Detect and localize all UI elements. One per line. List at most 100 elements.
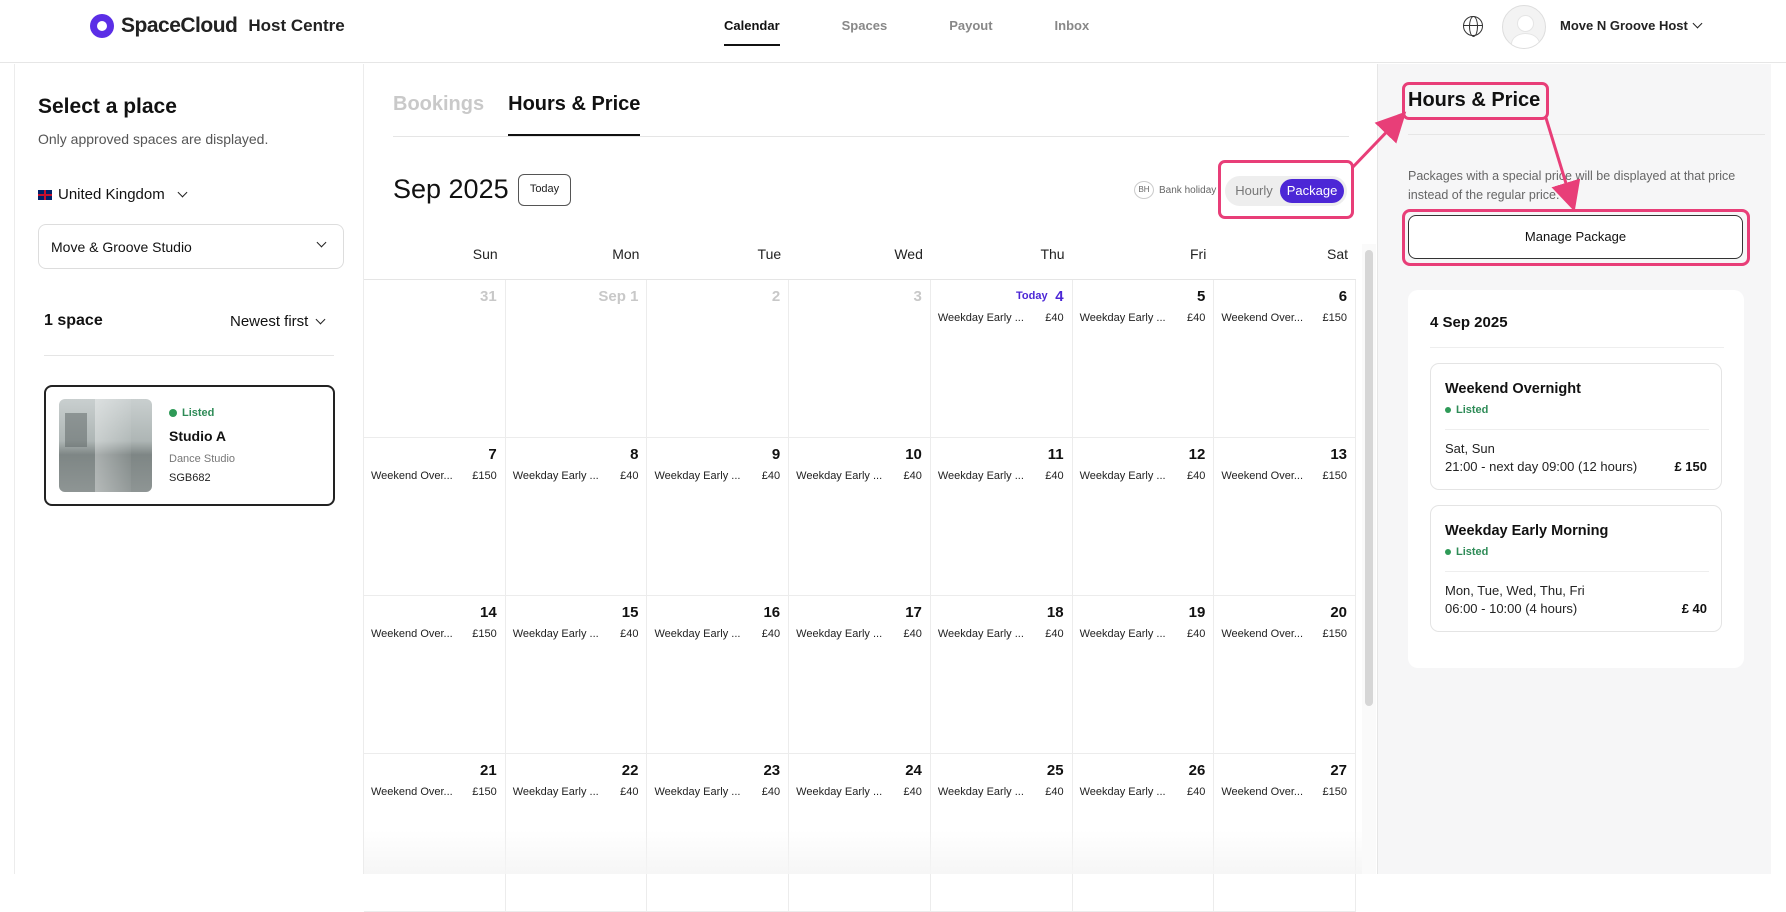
package-price: £ 150 [1674, 459, 1707, 474]
nav-spaces[interactable]: Spaces [842, 18, 888, 46]
calendar-day-cell[interactable]: 6 Weekend Over... £150 [1214, 280, 1357, 438]
calendar-package-entry[interactable]: Weekday Early ... £40 [1080, 628, 1206, 640]
package-entry-price: £40 [761, 628, 781, 640]
package-entry-price: £150 [1322, 470, 1348, 482]
panel-title: Select a place [38, 95, 177, 118]
calendar-day-cell[interactable]: 8 Weekday Early ... £40 [505, 438, 648, 596]
calendar-package-entry[interactable]: Weekday Early ... £40 [796, 786, 922, 798]
calendar-package-entry[interactable]: Weekend Over... £150 [371, 470, 497, 482]
calendar-package-entry[interactable]: Weekday Early ... £40 [938, 312, 1064, 324]
scrollbar-thumb[interactable] [1365, 250, 1373, 706]
host-menu[interactable]: Move N Groove Host [1560, 18, 1703, 33]
calendar-package-entry[interactable]: Weekday Early ... £40 [938, 470, 1064, 482]
calendar-day-cell[interactable]: 10 Weekday Early ... £40 [789, 438, 931, 596]
package-entry-name: Weekday Early ... [937, 312, 1024, 324]
calendar-package-entry[interactable]: Weekday Early ... £40 [796, 470, 922, 482]
nav-calendar[interactable]: Calendar [724, 18, 780, 46]
calendar-package-entry[interactable]: Weekday Early ... £40 [1080, 470, 1206, 482]
calendar-day-cell[interactable]: 31 [364, 280, 506, 438]
calendar-day-cell[interactable]: 5 Weekday Early ... £40 [1072, 280, 1215, 438]
hours-price-panel: Hours & Price Packages with a special pr… [1377, 64, 1771, 874]
calendar-day-cell[interactable]: 14 Weekend Over... £150 [364, 596, 506, 754]
package-entry-name: Weekday Early ... [937, 628, 1024, 640]
calendar-day-cell[interactable]: 7 Weekend Over... £150 [364, 438, 506, 596]
calendar-day-cell[interactable]: 13 Weekend Over... £150 [1214, 438, 1357, 596]
panel-subtitle: Only approved spaces are displayed. [38, 131, 269, 147]
divider [1445, 429, 1709, 430]
status-badge: Listed [1445, 404, 1488, 416]
nav-inbox[interactable]: Inbox [1055, 18, 1090, 46]
calendar-day-cell[interactable]: 12 Weekday Early ... £40 [1072, 438, 1215, 596]
calendar-package-entry[interactable]: Weekday Early ... £40 [1080, 312, 1206, 324]
calendar-day-cell[interactable]: 4 Today Weekday Early ... £40 [930, 280, 1073, 438]
calendar-package-entry[interactable]: Weekend Over... £150 [371, 628, 497, 640]
sort-dropdown[interactable]: Newest first [230, 313, 326, 330]
calendar-day-cell[interactable]: 20 Weekend Over... £150 [1214, 596, 1357, 754]
calendar-day-cell[interactable]: 15 Weekday Early ... £40 [505, 596, 648, 754]
calendar-package-entry[interactable]: Weekday Early ... £40 [513, 470, 639, 482]
calendar-package-entry[interactable]: Weekday Early ... £40 [796, 628, 922, 640]
package-entry-name: Weekday Early ... [654, 628, 741, 640]
place-select-value: Move & Groove Studio [51, 239, 192, 255]
day-number: 4 [1055, 288, 1064, 305]
tab-hours-price[interactable]: Hours & Price [508, 93, 641, 136]
calendar-day-cell[interactable]: 16 Weekday Early ... £40 [647, 596, 790, 754]
package-entry-name: Weekday Early ... [796, 786, 883, 798]
calendar-day-cell[interactable]: 19 Weekday Early ... £40 [1072, 596, 1215, 754]
package-entry-price: £150 [1322, 786, 1348, 798]
spacecloud-logo-icon [90, 14, 114, 38]
brand-logo[interactable]: SpaceCloud Host Centre [90, 14, 345, 38]
package-entry-name: Weekday Early ... [512, 786, 599, 798]
package-entry-price: £40 [1186, 786, 1206, 798]
space-thumbnail [59, 399, 152, 492]
calendar-week-row: 31 Sep 1 2 3 4 Today Weekday Early ... £40 5 Week… [364, 280, 1357, 438]
bank-holiday-legend: BH Bank holiday [1134, 181, 1216, 199]
calendar-package-entry[interactable]: Weekend Over... £150 [1221, 312, 1347, 324]
calendar-package-entry[interactable]: Weekend Over... £150 [371, 786, 497, 798]
calendar-package-entry[interactable]: Weekend Over... £150 [1221, 628, 1347, 640]
avatar[interactable] [1502, 5, 1546, 49]
day-number: 20 [1330, 604, 1348, 621]
day-number: 5 [1196, 288, 1206, 305]
chevron-down-icon [177, 187, 188, 198]
calendar-day-cell[interactable]: 17 Weekday Early ... £40 [789, 596, 931, 754]
package-entry-price: £40 [1045, 786, 1064, 798]
calendar-day-cell[interactable]: Sep 1 [505, 280, 648, 438]
calendar-package-entry[interactable]: Weekend Over... £150 [1221, 470, 1347, 482]
place-select[interactable]: Move & Groove Studio [38, 224, 344, 269]
calendar-package-entry[interactable]: Weekday Early ... £40 [513, 628, 639, 640]
package-entry-price: £40 [1186, 628, 1206, 640]
calendar-package-entry[interactable]: Weekday Early ... £40 [513, 786, 639, 798]
calendar-package-entry[interactable]: Weekday Early ... £40 [654, 470, 780, 482]
calendar-package-entry[interactable]: Weekday Early ... £40 [938, 628, 1064, 640]
top-navigation-bar: SpaceCloud Host Centre Calendar Spaces P… [0, 0, 1786, 63]
calendar-package-entry[interactable]: Weekday Early ... £40 [938, 786, 1064, 798]
globe-icon[interactable] [1463, 16, 1483, 37]
calendar-day-cell[interactable]: 11 Weekday Early ... £40 [930, 438, 1073, 596]
package-entry-name: Weekend Over... [1221, 628, 1304, 640]
calendar-week-row: 14 Weekend Over... £150 15 Weekday Early ...… [364, 596, 1357, 754]
brand-name: SpaceCloud [121, 14, 238, 37]
package-entry-price: £150 [1322, 312, 1348, 324]
calendar-day-cell[interactable]: 18 Weekday Early ... £40 [930, 596, 1073, 754]
package-card[interactable]: Weekend Overnight Listed Sat, Sun 21:00 … [1430, 363, 1722, 490]
weekday-label: Fri [1189, 246, 1207, 262]
today-button[interactable]: Today [518, 174, 571, 206]
calendar-day-cell[interactable]: 2 [647, 280, 790, 438]
package-card[interactable]: Weekday Early Morning Listed Mon, Tue, W… [1430, 505, 1722, 632]
calendar-package-entry[interactable]: Weekday Early ... £40 [654, 786, 780, 798]
weekday-label: Mon [612, 246, 640, 262]
package-entry-price: £40 [761, 786, 781, 798]
tab-bookings[interactable]: Bookings [393, 93, 484, 136]
calendar-package-entry[interactable]: Weekday Early ... £40 [1080, 786, 1206, 798]
calendar-day-cell[interactable]: 9 Weekday Early ... £40 [647, 438, 790, 596]
calendar-day-cell[interactable]: 3 [789, 280, 931, 438]
space-card[interactable]: Listed Studio A Dance Studio SGB682 [44, 385, 335, 506]
weekday-label: Sat [1327, 246, 1349, 262]
country-selector[interactable]: United Kingdom [38, 186, 188, 203]
nav-payout[interactable]: Payout [949, 18, 992, 46]
calendar-package-entry[interactable]: Weekday Early ... £40 [654, 628, 780, 640]
bank-holiday-badge: BH [1134, 181, 1154, 199]
main-nav: Calendar Spaces Payout Inbox [724, 18, 1151, 46]
calendar-package-entry[interactable]: Weekend Over... £150 [1221, 786, 1347, 798]
